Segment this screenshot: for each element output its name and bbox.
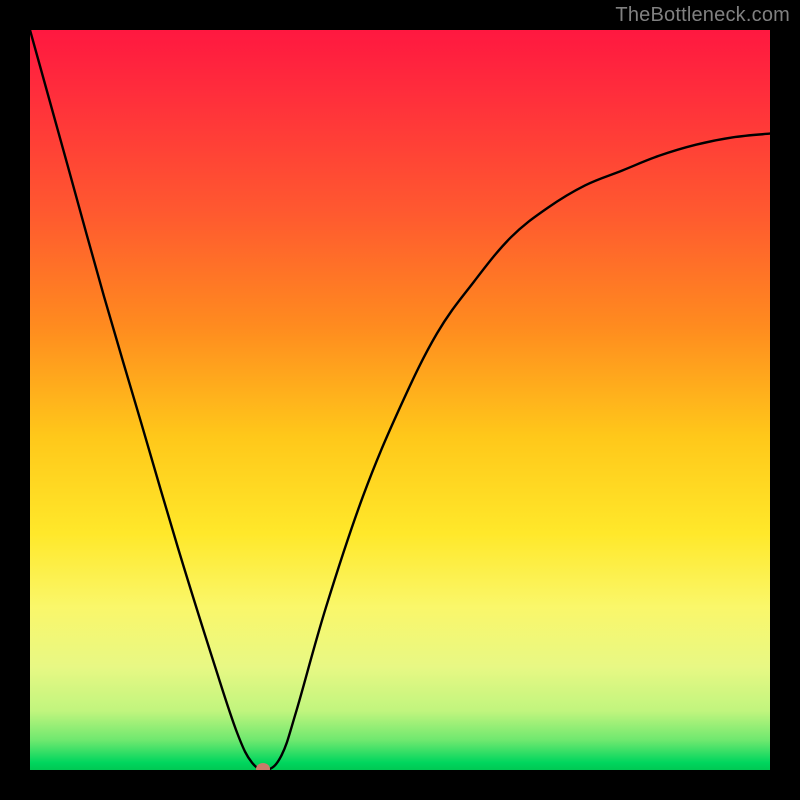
watermark-text: TheBottleneck.com bbox=[615, 4, 790, 27]
min-marker-dot bbox=[256, 763, 270, 770]
plot-area bbox=[30, 30, 770, 770]
curve-path bbox=[30, 30, 770, 770]
bottleneck-curve bbox=[30, 30, 770, 770]
chart-frame: TheBottleneck.com bbox=[0, 0, 800, 800]
